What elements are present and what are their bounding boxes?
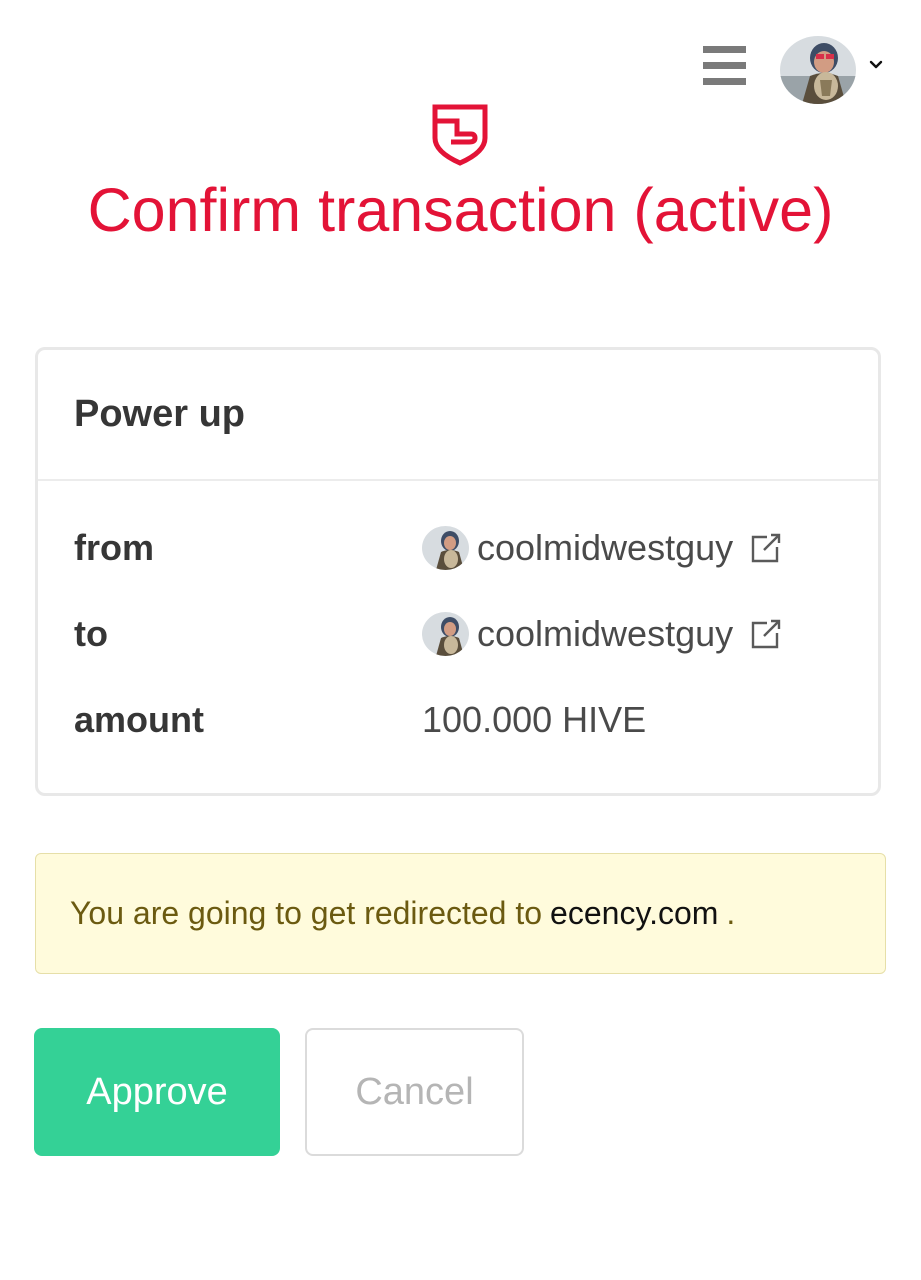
operation-card-header: Power up [38, 350, 878, 481]
external-link-icon[interactable] [747, 529, 785, 567]
approve-button[interactable]: Approve [34, 1028, 280, 1156]
user-avatar-small [422, 526, 469, 570]
operation-title: Power up [74, 393, 246, 435]
external-link-icon[interactable] [747, 615, 785, 653]
operation-row-from: from coolmidwestguy [74, 523, 854, 573]
hive-shield-icon [432, 104, 488, 166]
user-avatar-small [422, 612, 469, 656]
from-username-link[interactable]: coolmidwestguy [477, 523, 733, 573]
redirect-notice: You are going to get redirected to ecenc… [35, 853, 886, 974]
row-label: from [74, 527, 154, 568]
menu-bar [703, 62, 746, 69]
chevron-down-icon [869, 60, 883, 69]
account-menu-toggle[interactable] [780, 36, 890, 106]
menu-bar [703, 78, 746, 85]
hamburger-menu-button[interactable] [703, 46, 746, 86]
notice-text: You are going to get redirected to [70, 895, 543, 931]
operation-row-to: to coolmidwestguy [74, 609, 854, 659]
row-label: amount [74, 699, 204, 740]
user-avatar [780, 36, 856, 104]
to-username-link[interactable]: coolmidwestguy [477, 609, 733, 659]
row-label: to [74, 613, 108, 654]
operation-row-amount: amount 100.000 HIVE [74, 695, 854, 745]
operation-card: Power up from coolmidwestguy to coolmidw… [35, 347, 881, 796]
menu-bar [703, 46, 746, 53]
row-value: coolmidwestguy [422, 609, 785, 659]
page-title: Confirm transaction (active) [87, 176, 834, 244]
notice-suffix: . [726, 895, 736, 931]
row-value: coolmidwestguy [422, 523, 785, 573]
amount-value: 100.000 HIVE [422, 699, 647, 740]
cancel-button[interactable]: Cancel [305, 1028, 524, 1156]
redirect-domain: ecency.com [550, 895, 719, 931]
